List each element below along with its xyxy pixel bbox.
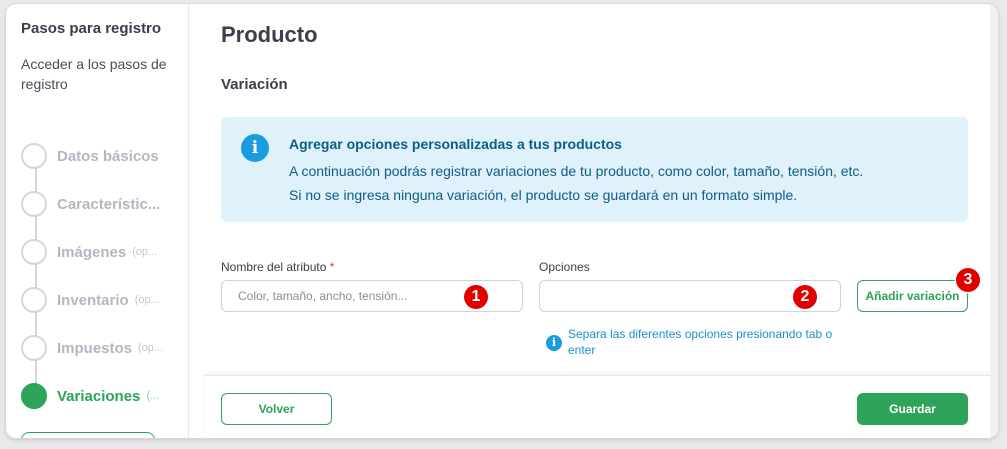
step-optional-tag: (op...	[138, 342, 164, 354]
options-label: Opciones	[539, 260, 590, 274]
info-banner: i Agregar opciones personalizadas a tus …	[221, 117, 968, 222]
annotation-badge-3: 3	[956, 268, 980, 292]
step-circle-icon	[21, 191, 47, 217]
step-variaciones[interactable]: Variaciones (...	[21, 383, 191, 409]
page-title: Producto	[221, 22, 318, 47]
main-content: Producto Variación i Agregar opciones pe…	[204, 4, 998, 438]
add-variation-button[interactable]: Añadir variación	[857, 280, 968, 312]
step-optional-tag: (op...	[132, 246, 158, 258]
step-circle-icon	[21, 143, 47, 169]
required-mark: *	[329, 260, 335, 274]
app-window: Pasos para registro Acceder a los pasos …	[6, 4, 998, 438]
steps-sidebar: Pasos para registro Acceder a los pasos …	[6, 4, 189, 438]
save-button[interactable]: Guardar	[857, 393, 968, 425]
scrollbar[interactable]	[990, 4, 998, 438]
sidebar-subtitle: Acceder a los pasos de registro	[21, 56, 167, 92]
info-icon: i	[241, 134, 269, 162]
annotation-badge-1: 1	[464, 285, 488, 309]
step-inventario[interactable]: Inventario (op...	[21, 287, 191, 313]
step-circle-active-icon	[21, 383, 47, 409]
step-optional-tag: (...	[146, 390, 160, 402]
step-label: Impuestos	[57, 339, 133, 357]
attribute-name-label-text: Nombre del atributo	[221, 260, 327, 274]
step-label: Imágenes	[57, 243, 127, 261]
step-label: Variaciones	[57, 387, 141, 405]
step-datos-basicos[interactable]: Datos básicos	[21, 143, 191, 169]
info-text-line-1: A continuación podrás registrar variacio…	[289, 163, 864, 179]
step-impuestos[interactable]: Impuestos (op...	[21, 335, 191, 361]
step-caracteristicas[interactable]: Característic...	[21, 191, 191, 217]
step-imagenes[interactable]: Imágenes (op...	[21, 239, 191, 265]
step-label: Característic...	[57, 195, 161, 213]
annotation-badge-2: 2	[793, 285, 817, 309]
step-circle-icon	[21, 287, 47, 313]
section-title: Variación	[221, 76, 288, 93]
form-footer: Volver Guardar	[204, 375, 990, 438]
step-label: Inventario	[57, 291, 129, 309]
info-text-line-2: Si no se ingresa ninguna variación, el p…	[289, 187, 798, 203]
options-hint: Separa las diferentes opciones presionan…	[568, 327, 833, 357]
sidebar-title: Pasos para registro	[21, 20, 162, 37]
sidebar-action-button[interactable]	[21, 432, 155, 438]
step-circle-icon	[21, 239, 47, 265]
info-title: Agregar opciones personalizadas a tus pr…	[289, 136, 622, 152]
step-optional-tag: (op...	[134, 294, 160, 306]
hint-info-icon: i	[546, 335, 562, 351]
attribute-name-label: Nombre del atributo *	[221, 260, 334, 274]
step-circle-icon	[21, 335, 47, 361]
back-button[interactable]: Volver	[221, 393, 332, 425]
step-label: Datos básicos	[57, 147, 159, 165]
